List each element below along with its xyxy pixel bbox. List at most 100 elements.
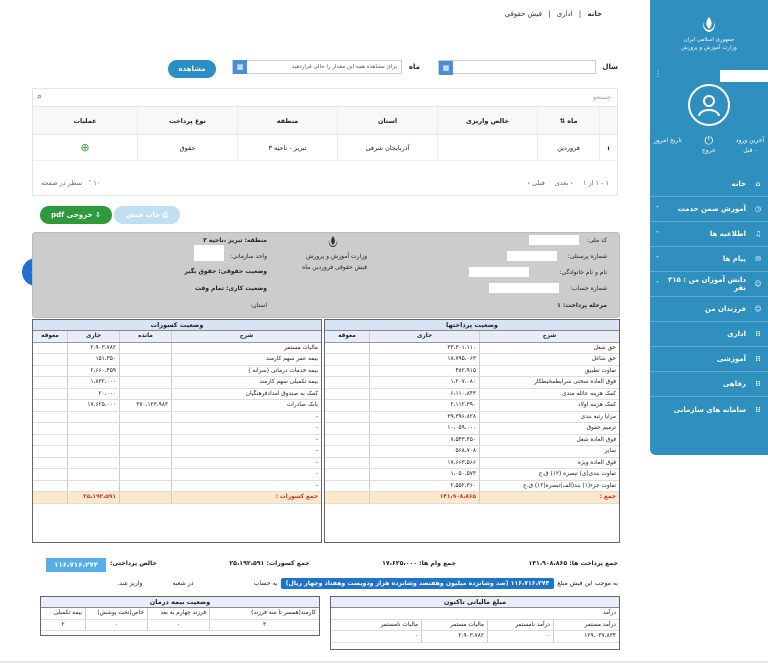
page-divider [0,661,768,663]
calendar-icon[interactable]: ▦ [233,60,247,74]
sidebar-item-admin[interactable]: ⁞⁞ اداری [650,322,768,347]
children-icon: ☺ [754,305,762,313]
logout-button[interactable]: ⏻ خروج [702,135,716,156]
sidebar-item-training[interactable]: ◷ آموزش ضمن خدمت ˅ [650,197,768,222]
calendar-icon[interactable]: ▦ [439,61,453,75]
sidebar-item-welfare[interactable]: ⁞⁞ رفاهی [650,372,768,397]
sidebar-item-label: فرزندان من [704,305,746,313]
grid-header: ماه ⇅ خالص واریزی استان منطقه نوع پرداخت… [33,107,617,135]
table-cell [325,366,369,377]
sidebar-item-home[interactable]: ⌂ خانه [650,172,768,197]
column-region[interactable]: منطقه [237,107,337,134]
branch-text: در شعبه [172,579,194,587]
table-cell: ۲۰،۰۰۰ [67,388,119,399]
table-cell: تفاوت جزء(۱) بند(الف)تبصره(۱۲) ق.ج [479,480,619,491]
deductions-table: وضعیت کسورات شرح مانده جاری معوقه مالیات… [32,319,322,543]
pdf-button[interactable]: ⇩ خروجی pdf [40,206,112,224]
personnel-value [507,251,557,261]
column-label: نوع پرداخت [169,116,206,125]
sidebar-item-messages[interactable]: ✉ پیام ها ˅ [650,247,768,272]
pager-next-button[interactable]: ‹ بعدی [555,179,573,187]
table-cell [33,366,67,377]
column-label: ماه [567,116,578,125]
sidebar-item-education[interactable]: ⁞⁞ آموزشی [650,347,768,372]
header-cell: فرزند چهارم به بعد [147,608,209,619]
tax-cell: ۲،۹۰۳،۷۸۲ [421,631,487,642]
home-icon: ⌂ [755,180,761,188]
unit-label: واحد سازمانی: [230,253,267,260]
breadcrumb-separator: | [548,10,551,18]
sidebar-item-students[interactable]: ☺ دانش آموزان من : ۳۱۵ نفر ˅ [650,272,768,297]
table-cell: - [171,457,321,468]
table-cell [119,480,171,491]
table-cell [33,423,67,434]
sidebar-item-systems[interactable]: ⁞⁞ سامانه های سازمانی [650,397,768,422]
sidebar-nav: ⌂ خانه ◷ آموزش ضمن خدمت ˅ ♫ اطلاعیه ها ˅ ✉ پیا… [650,172,768,422]
rows-per-page-value: ۱۰ [93,179,101,187]
table-cell [33,343,67,354]
salary-status: وضعیت حقوقی: حقوق بگیر [184,268,267,275]
more-dots-icon[interactable]: ⋮ [654,69,662,78]
insurance-header-row: کارمند(همسر تا سه فرزند) فرزند چهارم به … [41,608,319,620]
sidebar-item-announcements[interactable]: ♫ اطلاعیه ها ˅ [650,222,768,247]
header-cell: جاری [369,331,479,342]
deductions-rows: مالیات مستمر ۲،۹۰۳،۷۸۲ بیمه عمر سهم کارمند… [33,342,321,492]
table-row: - [33,446,321,458]
table-cell: ترمیم حقوق [479,423,619,434]
table-row: بیمه تکمیلی سهم کارمند ۱،۸۳۲،۰۰۰ [33,377,321,389]
sidebar-item-label: پیام ها [722,255,746,263]
column-net[interactable]: خالص واریزی [437,107,537,134]
pager-prev-button[interactable]: قبلی › [528,179,545,187]
table-row: - [33,480,321,492]
show-button[interactable]: مشاهده [168,60,216,78]
table-cell [325,354,369,365]
rows-per-page-select[interactable]: ۱۰ ˅ [88,179,100,187]
table-cell [67,423,119,434]
table-cell [325,377,369,388]
column-month[interactable]: ماه ⇅ [537,107,599,134]
avatar-icon[interactable] [688,84,730,126]
breadcrumb: خانه | اداری | فیش حقوقی [501,10,602,18]
table-cell: بیمه عمر سهم کارمند [171,354,321,365]
breadcrumb-separator: | [578,10,582,18]
search-icon[interactable]: ⌕ [37,92,42,102]
breadcrumb-home[interactable]: خانه [587,10,602,18]
sidebar-item-label: آموزشی [716,355,746,363]
deposit-text: واریز شد. [117,579,143,587]
row-expand-icon[interactable]: ı [599,135,617,160]
header-cell: خاص(تحت پوشش) [85,608,147,619]
year-input[interactable]: ▦ [438,60,596,75]
table-row: بیمه عمر سهم کارمند ۱۵۱،۳۵۰ [33,354,321,366]
print-button[interactable]: ⎙ چاپ فیش [114,206,180,224]
insurance-title: وضعیت بیمه درمان [41,597,319,608]
cell-region: تبریز - ناحیه ۳ [237,135,337,160]
view-details-icon[interactable]: ⊕ [33,135,137,160]
table-cell: حق شغل [479,342,619,353]
table-row: تفاوت تطبیق ۴۸۲،۹۱۵ [325,365,619,377]
table-cell [67,411,119,422]
table-cell: ۷،۵۴۳،۴۵۰ [369,434,479,445]
cell-province: آذربایجان شرقی [337,135,437,160]
insurance-cell: ۰ [147,619,209,630]
table-row: حق شاغل ۱۸،۷۹۵،۰۶۳ [325,354,619,366]
column-province[interactable]: استان [337,107,437,134]
table-cell [119,388,171,399]
column-type[interactable]: نوع پرداخت [137,107,237,134]
grid-search[interactable]: جستجو ⌕ [33,89,617,107]
table-cell [119,342,171,353]
header-cell: شرح [171,331,321,342]
table-cell: ۲،۵۵۲،۳۶۰ [369,480,479,491]
pager: ۱ - ۱ از ۱ ‹ بعدی قبلی › ۱۰ ˅ سطر در صفح… [41,179,609,187]
table-row: - [33,434,321,446]
sidebar-item-label: اداری [727,330,746,338]
tax-row: ۱۲۹،۰۳۷،۸۳۴ ۰ ۲،۹۰۳،۷۸۲ ۰ [331,631,619,643]
table-row[interactable]: ı فروردین آذربایجان شرقی تبریز - ناحیه ۳… [33,135,617,161]
printer-icon: ⎙ [162,210,169,219]
breadcrumb-admin[interactable]: اداری [557,10,573,18]
search-input[interactable]: جستجو [593,94,611,101]
sidebar-item-label: خانه [731,180,746,188]
table-cell [119,423,171,434]
sidebar-item-children[interactable]: ☺ فرزندان من [650,297,768,322]
month-input[interactable]: برای مشاهده همه این مقدار را خالی قرارده… [232,60,402,74]
table-cell: تفاوت بندی(ی) تبصره (۱۲) ق.ج [479,469,619,480]
